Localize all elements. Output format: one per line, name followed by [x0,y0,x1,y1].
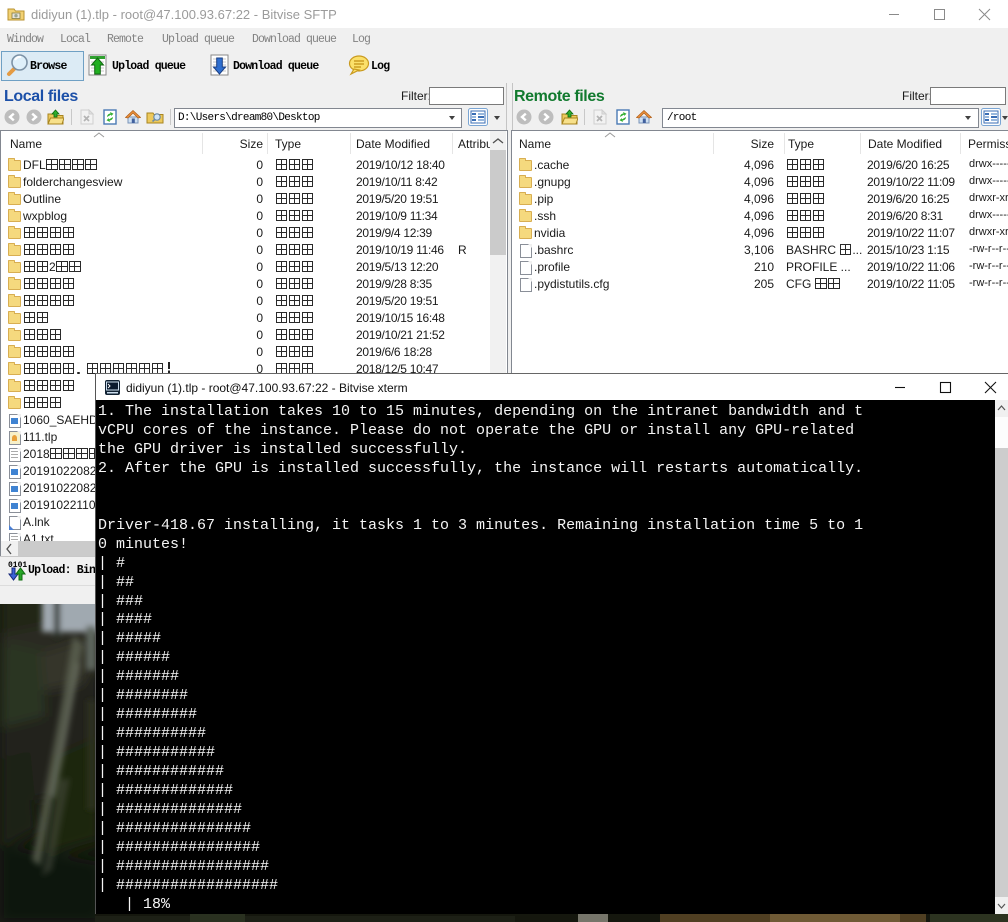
svg-text:0101: 0101 [8,561,27,570]
